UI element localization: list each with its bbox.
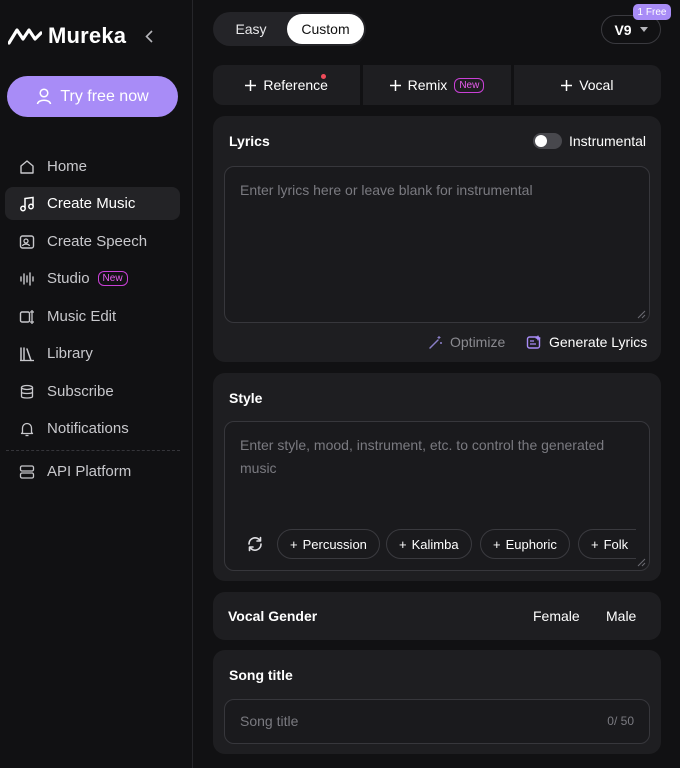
style-chip[interactable]: + Percussion — [277, 529, 380, 559]
try-free-label: Try free now — [60, 87, 149, 105]
instrumental-toggle[interactable] — [533, 133, 562, 149]
remix-label: Remix — [407, 77, 448, 93]
style-title: Style — [229, 390, 263, 406]
sidebar-item-studio[interactable]: Studio New — [5, 262, 180, 295]
gender-female-option[interactable]: Female — [533, 608, 580, 624]
sidebar-item-notifications[interactable]: Notifications — [5, 412, 180, 445]
optimize-label: Optimize — [450, 334, 506, 350]
input-tabs: Reference Remix New Vocal — [213, 65, 661, 105]
toggle-knob — [535, 135, 547, 147]
mode-easy-tab[interactable]: Easy — [215, 14, 287, 44]
plus-icon: + — [399, 536, 407, 552]
version-label: V9 — [614, 21, 632, 38]
plus-icon: + — [591, 536, 599, 552]
resize-handle-icon — [637, 310, 646, 319]
speech-icon — [19, 234, 35, 250]
sidebar-divider — [6, 450, 180, 451]
collapse-sidebar-button[interactable] — [140, 26, 158, 46]
plus-icon — [561, 79, 573, 91]
waveform-icon — [19, 271, 35, 287]
chip-label: Kalimba — [411, 536, 459, 552]
try-free-button[interactable]: Try free now — [7, 76, 178, 117]
sidebar-item-label: Home — [47, 158, 88, 175]
remix-button[interactable]: Remix New — [363, 65, 511, 105]
refresh-styles-button[interactable] — [246, 535, 264, 553]
edit-music-icon — [19, 309, 35, 325]
caret-down-icon — [639, 27, 648, 32]
chip-label: Percussion — [302, 536, 367, 552]
reference-label: Reference — [263, 77, 328, 93]
magic-wand-icon — [429, 335, 442, 349]
sidebar-item-label: Music Edit — [47, 308, 117, 325]
chip-label: Folk — [603, 536, 629, 552]
sidebar-item-label: Library — [47, 345, 93, 362]
vocal-label: Vocal — [579, 77, 614, 93]
plus-icon — [245, 79, 257, 91]
lyrics-title: Lyrics — [229, 133, 270, 149]
instrumental-label: Instrumental — [569, 133, 647, 149]
new-badge: New — [454, 77, 485, 93]
database-icon — [19, 384, 35, 400]
sidebar-item-label: Studio — [47, 270, 90, 287]
sidebar-item-label: Subscribe — [47, 383, 114, 400]
style-chip[interactable]: + Folk — [578, 529, 636, 559]
logo[interactable]: Mureka — [8, 23, 127, 48]
plus-icon — [389, 79, 401, 91]
new-badge: New — [97, 271, 128, 286]
sidebar-item-library[interactable]: Library — [5, 337, 180, 370]
generate-lyrics-label: Generate Lyrics — [549, 334, 648, 350]
server-icon — [19, 464, 35, 480]
sidebar-item-create-music[interactable]: Create Music — [5, 187, 180, 220]
sidebar-item-home[interactable]: Home — [5, 150, 180, 183]
plus-icon: + — [493, 536, 501, 552]
sidebar-item-label: Notifications — [47, 420, 129, 437]
notification-dot — [321, 74, 326, 79]
mode-toggle: Easy Custom — [213, 12, 366, 46]
sidebar-item-label: API Platform — [47, 463, 132, 480]
lyrics-placeholder: Enter lyrics here or leave blank for ins… — [240, 182, 533, 198]
sidebar-item-label: Create Speech — [47, 233, 148, 250]
optimize-button[interactable]: Optimize — [428, 334, 505, 350]
home-icon — [19, 159, 35, 175]
chip-label: Euphoric — [505, 536, 557, 552]
user-icon — [37, 88, 52, 105]
refresh-icon — [248, 536, 262, 552]
generate-lyrics-icon — [526, 335, 541, 349]
song-title-heading: Song title — [229, 667, 293, 683]
lyrics-input[interactable]: Enter lyrics here or leave blank for ins… — [224, 166, 650, 323]
chevron-left-icon — [145, 29, 153, 43]
generate-lyrics-button[interactable]: Generate Lyrics — [526, 334, 647, 350]
vocal-button[interactable]: Vocal — [513, 65, 661, 105]
song-title-placeholder: Song title — [240, 713, 299, 729]
sidebar-item-api-platform[interactable]: API Platform — [5, 455, 180, 488]
mode-custom-tab[interactable]: Custom — [287, 14, 364, 44]
style-chip[interactable]: + Euphoric — [480, 529, 570, 559]
reference-button[interactable]: Reference — [213, 65, 361, 105]
style-chip[interactable]: + Kalimba — [386, 529, 472, 559]
sidebar-item-create-speech[interactable]: Create Speech — [5, 225, 180, 258]
song-title-input[interactable]: Song title 0/ 50 — [224, 699, 650, 744]
lyrics-panel: Lyrics Instrumental Enter lyrics here or… — [213, 116, 661, 362]
resize-handle-icon — [637, 558, 646, 567]
style-panel: Style Enter style, mood, instrument, etc… — [213, 373, 661, 581]
sidebar: Mureka Try free now Home Create Music Cr… — [0, 0, 193, 768]
app-name: Mureka — [48, 23, 127, 48]
library-icon — [19, 346, 35, 362]
mureka-logo-icon — [8, 28, 42, 45]
style-placeholder: Enter style, mood, instrument, etc. to c… — [240, 437, 605, 476]
gender-male-option[interactable]: Male — [606, 608, 636, 624]
sidebar-item-subscribe[interactable]: Subscribe — [5, 375, 180, 408]
free-badge: 1 Free — [633, 4, 671, 20]
song-title-panel: Song title Song title 0/ 50 — [213, 650, 661, 754]
vocal-gender-panel: Vocal Gender Female Male — [213, 592, 661, 640]
character-counter: 0/ 50 — [607, 714, 634, 728]
music-note-icon — [19, 196, 35, 212]
sidebar-item-label: Create Music — [47, 195, 136, 212]
plus-icon: + — [290, 536, 298, 552]
sidebar-item-music-edit[interactable]: Music Edit — [5, 300, 180, 333]
bell-icon — [19, 421, 35, 437]
vocal-gender-title: Vocal Gender — [228, 608, 318, 624]
